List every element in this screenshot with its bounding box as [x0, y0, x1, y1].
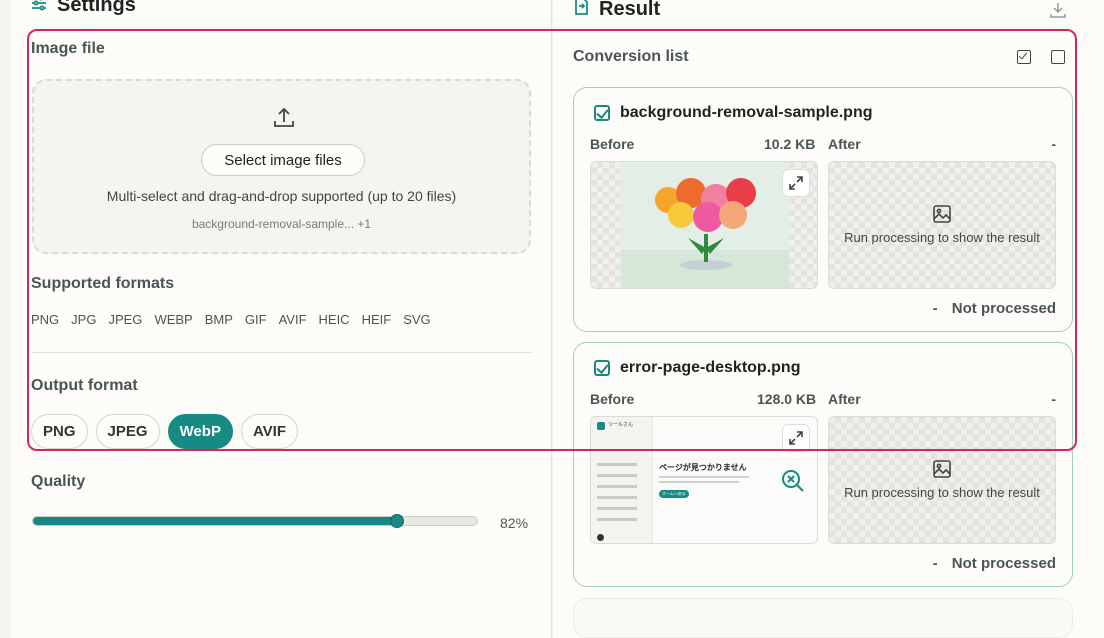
format-item: GIF [244, 312, 267, 327]
divider [31, 352, 531, 353]
output-format-png[interactable]: PNG [31, 414, 88, 449]
result-title-text: Result [599, 0, 661, 20]
output-format-group: PNG JPEG WebP AVIF [31, 414, 299, 449]
deselect-all-checkbox-icon[interactable] [1051, 50, 1065, 64]
after-size: - [1051, 136, 1056, 152]
after-preview: Run processing to show the result [828, 161, 1056, 289]
output-format-jpeg[interactable]: JPEG [95, 414, 160, 449]
conversion-item-card: error-page-desktop.png Before 128.0 KB A… [573, 342, 1073, 587]
preview-brand: ツールさん [608, 422, 634, 428]
before-label: Before [590, 391, 635, 407]
settings-title-text: Settings [57, 0, 136, 16]
preview-button: ホームへ戻る [659, 490, 689, 498]
output-format-avif[interactable]: AVIF [240, 414, 299, 449]
before-label: Before [590, 136, 635, 152]
supported-formats-label: Supported formats [31, 275, 175, 292]
image-dropzone[interactable]: Select image files Multi-select and drag… [32, 79, 531, 254]
result-title: Result [573, 0, 660, 21]
quality-slider-fill [33, 517, 398, 525]
quality-slider[interactable] [32, 514, 478, 528]
format-item: JPG [71, 312, 97, 327]
output-format-webp[interactable]: WebP [167, 414, 233, 449]
search-x-icon [781, 469, 805, 498]
download-icon[interactable] [1050, 2, 1066, 23]
item-checkbox-icon[interactable] [594, 105, 610, 121]
preview-heading: ページが見つかりません [659, 463, 747, 472]
quality-value: 82% [500, 515, 529, 531]
settings-title: Settings [31, 0, 136, 17]
conversion-item-card: background-removal-sample.png Before 10.… [573, 87, 1073, 332]
select-all-checkbox-icon[interactable] [1017, 50, 1031, 64]
after-placeholder-text: Run processing to show the result [844, 230, 1040, 245]
conversion-list-label: Conversion list [573, 48, 689, 65]
format-item: JPEG [108, 312, 143, 327]
dropzone-hint: Multi-select and drag-and-drop supported… [106, 188, 457, 204]
status-text: Not processed [951, 555, 1056, 572]
file-convert-icon [573, 0, 589, 21]
upload-icon [271, 105, 297, 131]
quality-slider-thumb[interactable] [390, 514, 405, 528]
item-filename: background-removal-sample.png [620, 104, 873, 121]
after-size: - [1051, 391, 1056, 407]
status-size: - [932, 555, 938, 572]
output-format-label: Output format [31, 377, 138, 394]
before-preview[interactable] [590, 161, 818, 289]
expand-icon[interactable] [782, 424, 810, 452]
image-file-label: Image file [31, 40, 105, 57]
after-preview: Run processing to show the result [828, 416, 1056, 544]
quality-label: Quality [31, 473, 86, 490]
format-item: HEIC [318, 312, 350, 327]
format-item: HEIF [361, 312, 392, 327]
conversion-item-card [573, 598, 1073, 638]
after-label: After [828, 391, 861, 407]
before-size: 10.2 KB [764, 136, 816, 152]
format-item: SVG [403, 312, 431, 327]
sliders-icon [31, 0, 47, 17]
image-placeholder-icon [829, 205, 1055, 223]
after-label: After [828, 136, 861, 152]
format-item: WEBP [154, 312, 193, 327]
before-size: 128.0 KB [757, 391, 817, 407]
expand-icon[interactable] [782, 169, 810, 197]
supported-formats-list: PNG JPG JPEG WEBP BMP GIF AVIF HEIC HEIF… [31, 312, 443, 327]
item-status: - Not processed [933, 555, 1056, 572]
preview-sidebar: ツールさん [591, 417, 653, 543]
after-placeholder-text: Run processing to show the result [844, 485, 1040, 500]
before-preview[interactable]: ツールさん ページが見つかりません ホームへ戻る [590, 416, 818, 544]
image-placeholder-icon [829, 460, 1055, 478]
format-item: BMP [204, 312, 233, 327]
select-image-files-button[interactable]: Select image files [201, 144, 365, 176]
status-size: - [932, 300, 938, 317]
item-checkbox-icon[interactable] [594, 360, 610, 376]
item-filename: error-page-desktop.png [620, 359, 801, 376]
format-item: PNG [31, 312, 60, 327]
format-item: AVIF [278, 312, 307, 327]
item-status: - Not processed [933, 300, 1056, 317]
selected-files-summary: background-removal-sample... +1 [191, 217, 372, 231]
status-text: Not processed [951, 300, 1056, 317]
